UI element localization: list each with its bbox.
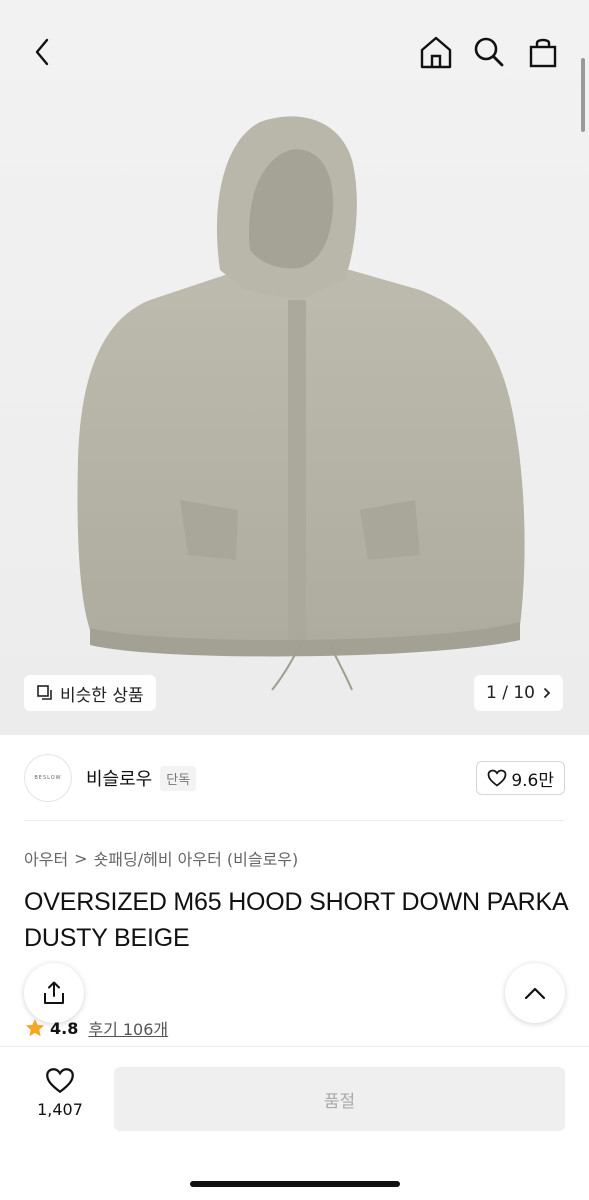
brand-name[interactable]: 비슬로우 <box>86 765 152 791</box>
similar-products-button[interactable]: 비슷한 상품 <box>24 675 156 711</box>
share-icon <box>44 981 64 1004</box>
breadcrumb-separator: > <box>74 848 88 868</box>
similar-products-label: 비슷한 상품 <box>60 685 144 706</box>
brand-logo[interactable]: BESLOW <box>24 754 72 802</box>
home-icon <box>420 36 452 69</box>
scrollbar[interactable] <box>581 58 585 132</box>
heart-icon <box>46 1068 74 1094</box>
chevron-right-icon <box>543 687 551 699</box>
brand-favorite-count: 9.6만 <box>511 770 554 791</box>
like-button[interactable]: 1,407 <box>22 1067 98 1133</box>
buy-button-disabled[interactable]: 품절 <box>114 1067 565 1131</box>
breadcrumb-subcategory[interactable]: 숏패딩/헤비 아우터 (비슬로우) <box>94 846 299 870</box>
buy-button-label: 품절 <box>323 1091 356 1112</box>
rating-value: 4.8 <box>50 1018 79 1038</box>
bag-icon <box>529 38 557 68</box>
bottom-action-bar: 1,407 품절 <box>0 1046 589 1200</box>
breadcrumb: 아우터 > 숏패딩/헤비 아우터 (비슬로우) <box>24 846 298 870</box>
heart-icon <box>487 769 507 787</box>
search-button[interactable] <box>467 30 511 74</box>
product-photo <box>77 116 525 691</box>
home-button[interactable] <box>414 30 458 74</box>
cart-button[interactable] <box>521 30 565 74</box>
back-arrow-icon <box>35 38 49 66</box>
search-icon <box>474 37 504 67</box>
star-icon <box>25 1018 45 1037</box>
scroll-to-top-button[interactable] <box>505 963 565 1023</box>
divider <box>24 820 565 821</box>
gallery-counter-button[interactable]: 1 / 10 <box>474 675 563 711</box>
home-indicator <box>190 1181 400 1187</box>
brand-logo-text: BESLOW <box>34 775 62 781</box>
brand-favorite-button[interactable]: 9.6만 <box>476 761 565 795</box>
back-button[interactable] <box>20 30 64 74</box>
reviews-link[interactable]: 후기 106개 <box>88 1016 168 1040</box>
chevron-up-icon <box>524 987 546 1000</box>
rating-row: 4.8 후기 106개 <box>24 1016 168 1040</box>
brand-row: BESLOW 비슬로우 단독 9.6만 <box>24 752 565 804</box>
share-button[interactable] <box>24 963 84 1023</box>
like-count: 1,407 <box>37 1100 83 1119</box>
top-navigation <box>0 0 589 100</box>
exclusive-badge: 단독 <box>160 765 197 791</box>
gallery-counter: 1 / 10 <box>486 683 535 703</box>
similar-icon <box>37 685 52 700</box>
product-title: OVERSIZED M65 HOOD SHORT DOWN PARKA DUST… <box>24 888 568 952</box>
breadcrumb-category[interactable]: 아우터 <box>24 846 68 870</box>
product-image-gallery[interactable]: 비슷한 상품 1 / 10 <box>0 0 589 735</box>
